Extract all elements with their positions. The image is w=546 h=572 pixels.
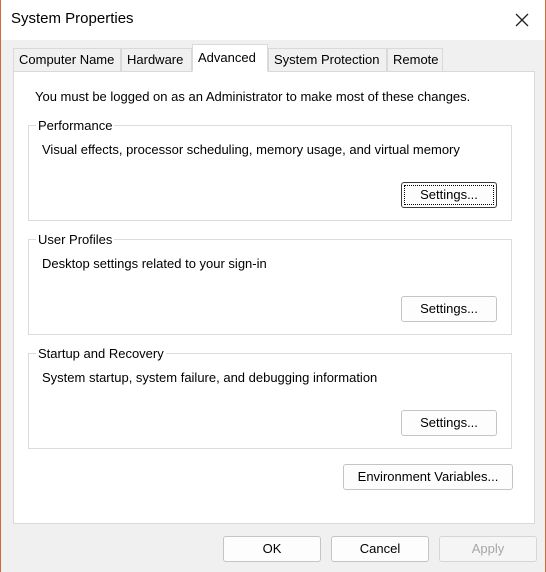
tab-label: Remote <box>393 52 439 67</box>
startup-recovery-group: Startup and Recovery System startup, sys… <box>28 346 512 449</box>
tab-label: System Protection <box>274 52 380 67</box>
performance-group: Performance Visual effects, processor sc… <box>28 118 512 221</box>
apply-button[interactable]: Apply <box>439 536 537 562</box>
group-description: System startup, system failure, and debu… <box>42 370 378 385</box>
performance-settings-button[interactable]: Settings... <box>401 182 497 208</box>
title-bar: System Properties <box>1 0 545 40</box>
tab-label: Computer Name <box>19 52 115 67</box>
tab-label: Hardware <box>127 52 184 67</box>
tab-remote[interactable]: Remote <box>387 48 443 71</box>
close-icon <box>515 13 529 27</box>
environment-variables-button[interactable]: Environment Variables... <box>343 464 513 490</box>
tab-system-protection[interactable]: System Protection <box>268 48 387 71</box>
tab-advanced[interactable]: Advanced <box>192 44 268 72</box>
tab-hardware[interactable]: Hardware <box>121 48 192 71</box>
group-title: User Profiles <box>36 232 115 247</box>
tab-label: Advanced <box>198 50 256 65</box>
group-description: Desktop settings related to your sign-in <box>42 256 267 271</box>
cancel-button[interactable]: Cancel <box>331 536 429 562</box>
admin-note: You must be logged on as an Administrato… <box>35 89 471 104</box>
ok-button[interactable]: OK <box>223 536 321 562</box>
group-title: Startup and Recovery <box>36 346 166 361</box>
advanced-tab-panel: You must be logged on as an Administrato… <box>13 71 535 524</box>
user-profiles-settings-button[interactable]: Settings... <box>401 296 497 322</box>
group-title: Performance <box>36 118 115 133</box>
close-button[interactable] <box>499 0 545 40</box>
startup-recovery-settings-button[interactable]: Settings... <box>401 410 497 436</box>
user-profiles-group: User Profiles Desktop settings related t… <box>28 232 512 335</box>
system-properties-window: System Properties Computer Name Hardware… <box>0 0 546 572</box>
window-title: System Properties <box>11 10 134 27</box>
tab-computer-name[interactable]: Computer Name <box>13 48 121 71</box>
group-description: Visual effects, processor scheduling, me… <box>42 142 460 157</box>
